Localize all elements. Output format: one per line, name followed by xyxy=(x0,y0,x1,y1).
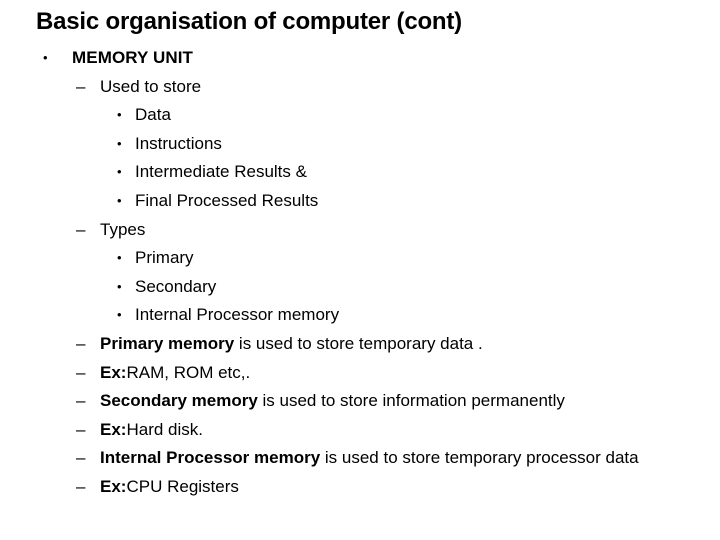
list-item-rest: is used to store temporary data . xyxy=(234,333,483,353)
list-item-emphasis: Ex: xyxy=(100,476,127,496)
list-item-label: Internal Processor memory xyxy=(135,305,340,325)
dash-bullet-icon: – xyxy=(76,333,86,353)
list-item: – Secondary memory is used to store info… xyxy=(0,387,720,416)
list-item-label: Ex:RAM, ROM etc,. xyxy=(100,359,250,388)
dash-bullet-icon: – xyxy=(76,448,86,468)
dash-bullet-icon: – xyxy=(76,362,86,382)
list-item-label: Ex:Hard disk. xyxy=(100,416,203,445)
list-item-emphasis: Primary memory xyxy=(100,333,235,353)
slide: Basic organisation of computer (cont) • … xyxy=(0,0,720,540)
list-item-rest: is used to store information permanently xyxy=(257,391,565,411)
list-item: – Primary memory is used to store tempor… xyxy=(0,330,720,359)
dash-bullet-icon: – xyxy=(76,219,86,239)
list-item-rest: RAM, ROM etc,. xyxy=(126,362,251,382)
list-item-emphasis: Ex: xyxy=(100,362,127,382)
list-item-label: Instructions xyxy=(135,133,222,153)
list-item-emphasis: Ex: xyxy=(100,419,127,439)
list-item-rest: Hard disk. xyxy=(126,419,203,439)
list-item: – Ex:Hard disk. xyxy=(0,416,720,445)
list-item-label: Secondary memory is used to store inform… xyxy=(100,387,565,416)
page-title: Basic organisation of computer (cont) xyxy=(36,8,462,35)
list-item: • Primary xyxy=(0,244,720,273)
list-item-emphasis: Secondary memory xyxy=(100,391,258,411)
list-item-label: Secondary xyxy=(135,276,217,296)
dash-bullet-icon: – xyxy=(76,419,86,439)
list-item: • Final Processed Results xyxy=(0,187,720,216)
list-item: • Secondary xyxy=(0,273,720,302)
round-bullet-icon: • xyxy=(117,164,122,180)
list-item-label: Intermediate Results & xyxy=(135,162,307,182)
list-item-label: Data xyxy=(135,105,171,125)
list-item: • Internal Processor memory xyxy=(0,301,720,330)
round-bullet-icon: • xyxy=(117,278,122,294)
list-item: – Internal Processor memory is used to s… xyxy=(0,444,680,473)
dash-bullet-icon: – xyxy=(76,476,86,496)
list-item-label: Primary xyxy=(135,248,194,268)
list-item-label: Used to store xyxy=(100,76,202,96)
slide-body-list: • MEMORY UNIT – Used to store • Data • I… xyxy=(0,44,720,502)
list-item: – Ex:CPU Registers xyxy=(0,473,720,502)
list-item-label: Final Processed Results xyxy=(135,190,319,210)
round-bullet-icon: • xyxy=(117,307,122,323)
list-item-label: Types xyxy=(100,219,146,239)
dash-bullet-icon: – xyxy=(76,76,86,96)
list-item-rest: CPU Registers xyxy=(126,476,239,496)
list-item: • MEMORY UNIT xyxy=(0,44,720,73)
round-bullet-icon: • xyxy=(117,135,122,151)
list-item-label: Primary memory is used to store temporar… xyxy=(100,330,483,359)
list-item: • Intermediate Results & xyxy=(0,158,720,187)
list-item: • Data xyxy=(0,101,720,130)
list-item-label: Internal Processor memory is used to sto… xyxy=(100,444,639,473)
list-item: • Instructions xyxy=(0,130,720,159)
list-item-rest: is used to store temporary processor dat… xyxy=(320,448,639,468)
dash-bullet-icon: – xyxy=(76,391,86,411)
round-bullet-icon: • xyxy=(117,250,122,266)
list-item-label: MEMORY UNIT xyxy=(72,48,194,67)
round-bullet-icon: • xyxy=(117,192,122,208)
round-bullet-icon: • xyxy=(117,107,122,123)
round-bullet-icon: • xyxy=(43,50,48,65)
list-item: – Types xyxy=(0,216,720,245)
list-item: – Used to store xyxy=(0,73,720,102)
list-item: – Ex:RAM, ROM etc,. xyxy=(0,359,720,388)
list-item-emphasis: Internal Processor memory xyxy=(100,448,321,468)
list-item-label: Ex:CPU Registers xyxy=(100,473,239,502)
